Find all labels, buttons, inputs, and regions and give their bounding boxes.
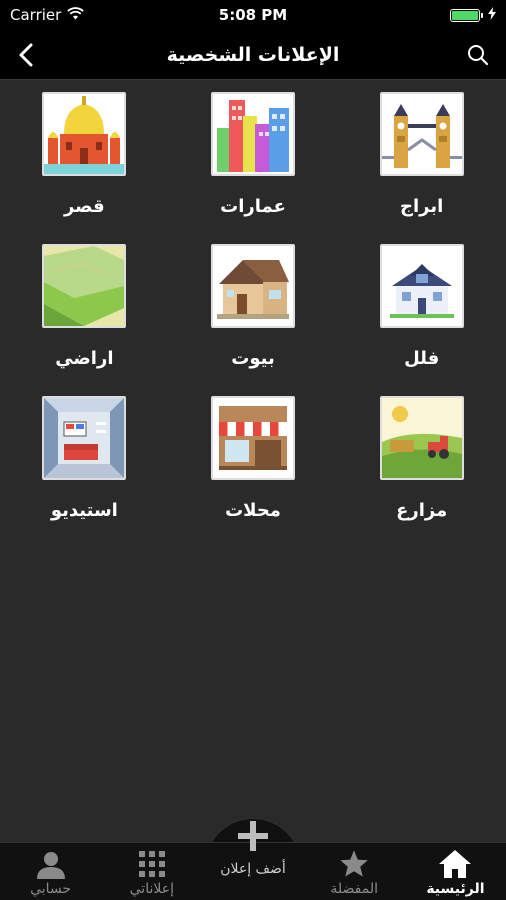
tab-label: أضف إعلان <box>220 861 286 877</box>
chevron-left-icon <box>19 43 33 67</box>
tab-label: المفضلة <box>330 881 379 897</box>
category-grid: ابراج عمارات قصر فلل بيوت اراضي مزارع مح… <box>0 80 506 842</box>
category-studio[interactable]: استيديو <box>0 396 169 548</box>
villa-image <box>379 244 464 328</box>
palace-image <box>42 92 127 176</box>
battery-fill <box>452 10 478 20</box>
category-label: عمارات <box>220 196 286 217</box>
tab-add-ad[interactable]: أضف إعلان <box>202 821 303 900</box>
category-lands[interactable]: اراضي <box>0 244 169 396</box>
tab-favorites[interactable]: المفضلة <box>304 843 405 900</box>
wifi-icon <box>67 6 85 24</box>
studio-image <box>42 396 127 480</box>
tab-account[interactable]: حسابي <box>0 843 101 900</box>
tab-label: إعلاناتي <box>129 881 174 897</box>
land-image <box>42 244 127 328</box>
category-buildings[interactable]: عمارات <box>169 92 338 244</box>
charging-icon <box>488 6 496 24</box>
category-label: مزارع <box>396 500 448 521</box>
status-left: Carrier <box>10 6 85 24</box>
tower-bridge-image <box>379 92 464 176</box>
status-right <box>450 6 496 24</box>
tab-home[interactable]: الرئيسية <box>405 843 506 900</box>
tab-bar: حسابي إعلاناتي أضف إعلان المفضلة الرئيسي… <box>0 821 506 900</box>
farm-image <box>379 396 464 480</box>
category-label: بيوت <box>231 348 275 369</box>
house-image <box>211 244 296 328</box>
tab-label: حسابي <box>30 881 72 897</box>
navigation-bar: الإعلانات الشخصية <box>0 30 506 80</box>
category-towers[interactable]: ابراج <box>337 92 506 244</box>
category-farms[interactable]: مزارع <box>337 396 506 548</box>
carrier-label: Carrier <box>10 6 62 24</box>
person-icon <box>36 847 66 881</box>
status-bar: Carrier 5:08 PM <box>0 0 506 30</box>
category-label: قصر <box>63 196 105 217</box>
category-villas[interactable]: فلل <box>337 244 506 396</box>
search-icon <box>468 45 489 66</box>
buildings-image <box>211 92 296 176</box>
category-label: استيديو <box>50 500 118 521</box>
search-button[interactable] <box>458 35 498 75</box>
category-label: محلات <box>225 500 281 521</box>
category-houses[interactable]: بيوت <box>169 244 338 396</box>
star-icon <box>339 847 369 881</box>
category-label: فلل <box>404 348 440 369</box>
shop-image <box>211 396 296 480</box>
category-palace[interactable]: قصر <box>0 92 169 244</box>
category-shops[interactable]: محلات <box>169 396 338 548</box>
tab-my-ads[interactable]: إعلاناتي <box>101 843 202 900</box>
tab-label: الرئيسية <box>426 881 485 897</box>
page-title: الإعلانات الشخصية <box>166 43 340 66</box>
back-button[interactable] <box>6 35 46 75</box>
category-label: اراضي <box>55 348 114 369</box>
home-icon <box>438 847 472 881</box>
grid-icon <box>138 847 165 881</box>
battery-icon <box>450 8 483 22</box>
category-label: ابراج <box>400 196 444 217</box>
plus-icon <box>238 819 268 853</box>
